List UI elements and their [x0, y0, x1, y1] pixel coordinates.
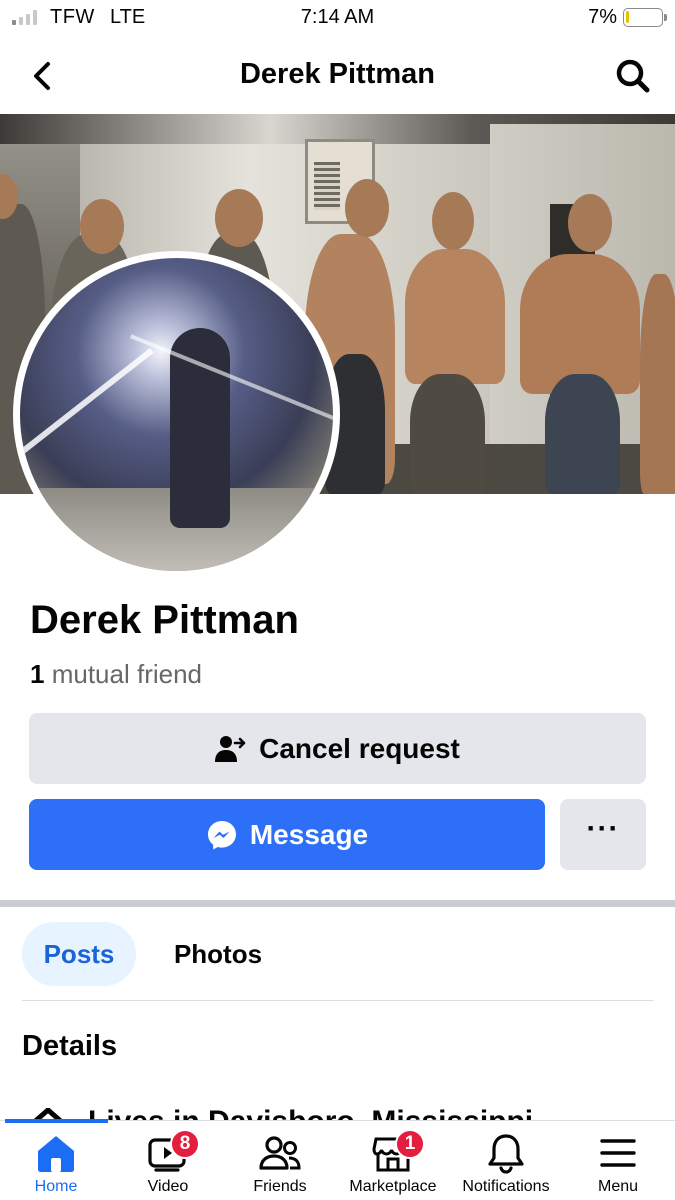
message-label: Message: [249, 818, 369, 850]
cancel-request-label: Cancel request: [259, 732, 460, 764]
tab-photos-label: Photos: [173, 938, 263, 969]
messenger-icon: [207, 820, 236, 849]
status-bar: TFW LTE 7:14 AM 7%: [0, 0, 675, 40]
nav-notifications-label: Notifications: [462, 1178, 550, 1195]
nav-notifications[interactable]: Notifications: [450, 1121, 562, 1200]
profile-name: Derek Pittman: [30, 598, 299, 642]
nav-menu-label: Menu: [597, 1178, 639, 1195]
nav-video-label: Video: [147, 1178, 189, 1195]
lives-in-text[interactable]: Lives in Davisboro, Mississippi: [88, 1105, 648, 1121]
profile-avatar[interactable]: [13, 251, 340, 578]
nav-menu[interactable]: Menu: [562, 1121, 674, 1200]
tab-posts-label: Posts: [43, 938, 115, 969]
home-icon: [38, 1136, 74, 1172]
person-arrow-icon: [215, 735, 246, 762]
nav-home[interactable]: Home: [0, 1121, 112, 1200]
header-title: Derek Pittman: [239, 58, 435, 90]
more-dots-icon: ···: [586, 811, 620, 845]
nav-video[interactable]: 8 Video: [112, 1121, 224, 1200]
nav-marketplace-label: Marketplace: [349, 1178, 437, 1195]
more-options-button[interactable]: ···: [560, 799, 646, 870]
tab-posts[interactable]: Posts: [22, 922, 136, 986]
tabs-divider: [22, 1000, 653, 1001]
profile-header: Derek Pittman: [0, 40, 675, 114]
status-time: 7:14 AM: [300, 6, 375, 28]
friends-icon: [259, 1136, 301, 1170]
section-divider: [0, 900, 675, 907]
nav-friends-label: Friends: [253, 1178, 307, 1195]
video-badge: 8: [170, 1129, 200, 1159]
message-button[interactable]: Message: [29, 799, 545, 870]
battery-percent: 7%: [588, 6, 617, 28]
marketplace-badge: 1: [395, 1129, 425, 1159]
details-heading: Details: [22, 1030, 118, 1062]
mutual-friends[interactable]: 1 mutual friend: [30, 659, 202, 690]
battery-icon: [623, 8, 667, 27]
nav-home-label: Home: [34, 1178, 78, 1195]
bottom-navigation: Home 8 Video Friends 1 Marketplace Notif…: [0, 1119, 675, 1200]
mutual-friends-count: 1: [30, 659, 45, 689]
nav-marketplace[interactable]: 1 Marketplace: [337, 1121, 449, 1200]
nav-friends[interactable]: Friends: [224, 1121, 336, 1200]
mutual-friends-label: mutual friend: [51, 659, 203, 689]
search-icon: [616, 59, 650, 93]
menu-icon: [600, 1139, 636, 1167]
bell-icon: [488, 1134, 524, 1174]
search-button[interactable]: [611, 54, 655, 98]
cancel-request-button[interactable]: Cancel request: [29, 713, 646, 784]
tab-photos[interactable]: Photos: [158, 922, 278, 986]
